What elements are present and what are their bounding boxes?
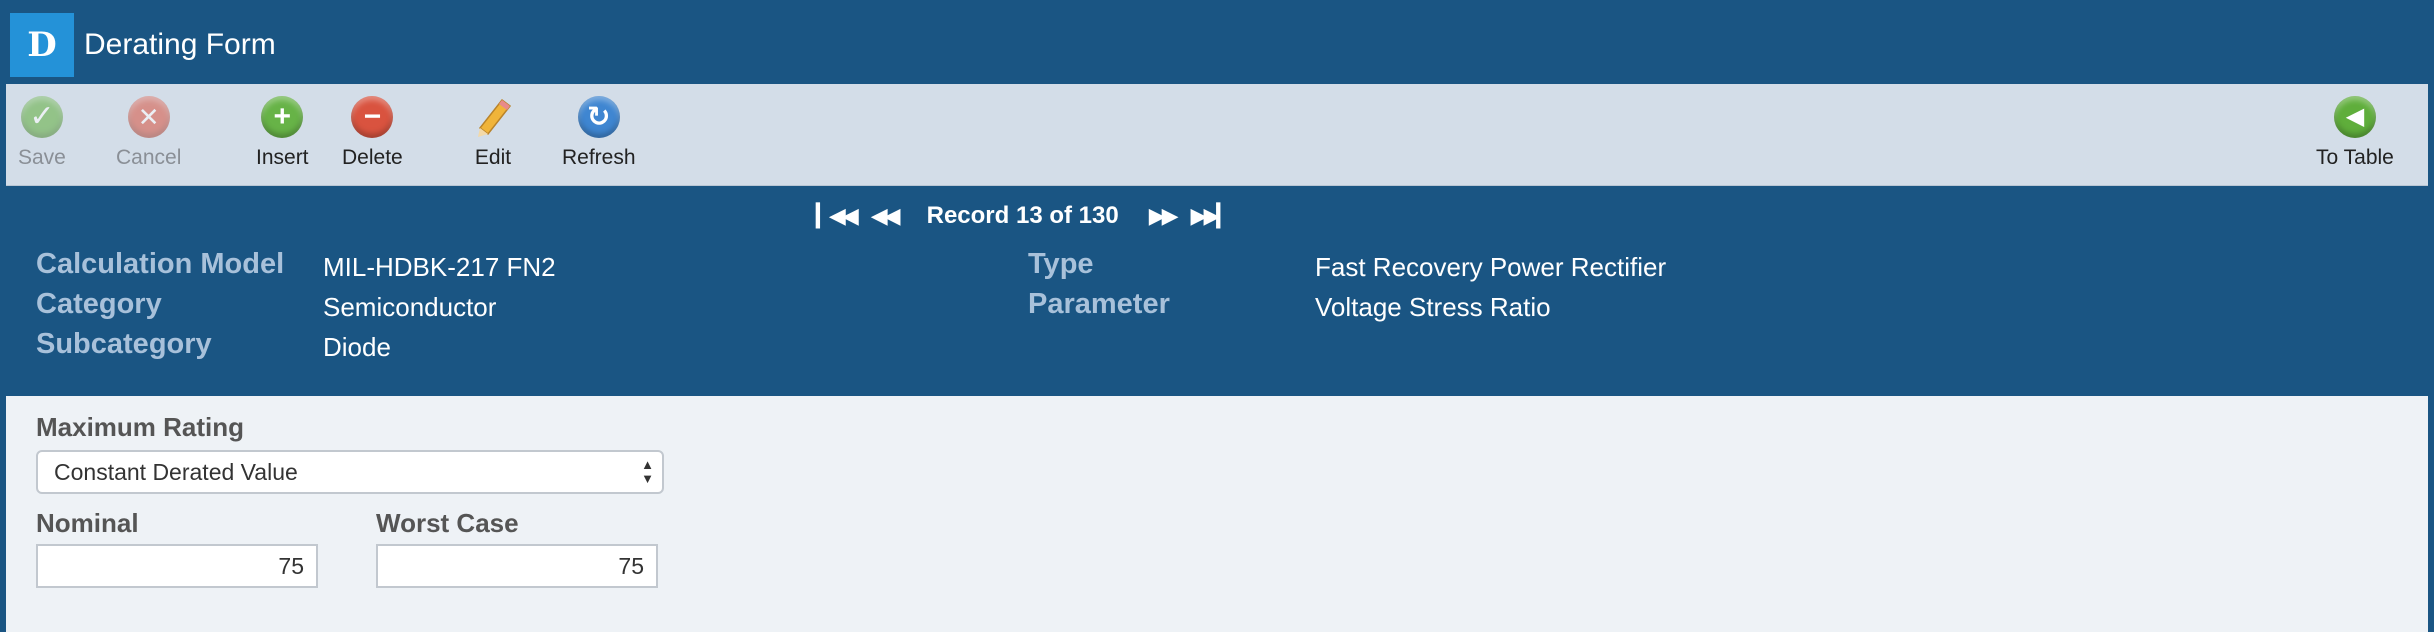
delete-button[interactable]: − Delete	[342, 96, 403, 170]
delete-label: Delete	[342, 146, 403, 169]
cancel-label: Cancel	[116, 146, 182, 169]
calc-model-label: Calculation Model	[36, 248, 285, 280]
subcategory-value: Diode	[323, 332, 391, 362]
max-rating-select[interactable]: Constant Derated Value ▲ ▼	[36, 450, 664, 494]
edit-button[interactable]: Edit	[472, 96, 514, 170]
type-value: Fast Recovery Power Rectifier	[1315, 252, 1667, 282]
pencil-icon	[472, 96, 514, 138]
to-table-button[interactable]: ◀ To Table	[2316, 96, 2394, 170]
category-value: Semiconductor	[323, 292, 497, 322]
worst-case-input[interactable]: 75	[376, 544, 658, 588]
record-navigator: ▎◀◀ ◀◀ Record 13 of 130 ▶▶ ▶▶▎	[816, 200, 1234, 232]
max-rating-label: Maximum Rating	[36, 412, 245, 442]
parameter-value: Voltage Stress Ratio	[1315, 292, 1551, 322]
max-rating-selected: Constant Derated Value	[54, 458, 298, 485]
worst-case-label: Worst Case	[376, 508, 519, 538]
select-arrows-icon: ▲ ▼	[641, 457, 654, 486]
back-arrow-icon: ◀	[2333, 96, 2376, 138]
edit-label: Edit	[474, 146, 512, 169]
parameter-label: Parameter	[1028, 288, 1170, 320]
app-title: Derating Form	[84, 28, 276, 61]
cancel-button[interactable]: ✕ Cancel	[116, 96, 181, 170]
cancel-x-icon: ✕	[127, 96, 170, 138]
title-bar: D Derating Form	[6, 6, 2428, 84]
refresh-button[interactable]: ↻ Refresh	[562, 96, 636, 170]
next-record-icon[interactable]: ▶▶	[1149, 203, 1179, 229]
check-icon: ✓	[20, 96, 63, 138]
save-button[interactable]: ✓ Save	[18, 96, 66, 170]
nominal-label: Nominal	[36, 508, 139, 538]
save-label: Save	[18, 146, 66, 169]
type-label: Type	[1028, 248, 1094, 280]
nominal-input[interactable]: 75	[36, 544, 318, 588]
insert-button[interactable]: + Insert	[256, 96, 309, 170]
previous-record-icon[interactable]: ◀◀	[871, 203, 901, 229]
to-table-label: To Table	[2316, 146, 2394, 169]
toolbar: ✓ Save ✕ Cancel + Insert − Delete Edit ↻…	[6, 84, 2428, 186]
app-logo: D	[10, 13, 74, 77]
subcategory-label: Subcategory	[36, 328, 212, 360]
plus-icon: +	[261, 96, 304, 138]
minus-icon: −	[351, 96, 394, 138]
record-header: ▎◀◀ ◀◀ Record 13 of 130 ▶▶ ▶▶▎ Calculati…	[6, 186, 2428, 396]
refresh-label: Refresh	[562, 146, 636, 169]
calc-model-value: MIL-HDBK-217 FN2	[323, 252, 556, 282]
derating-form: Maximum Rating Constant Derated Value ▲ ▼…	[6, 396, 2428, 632]
record-position: Record 13 of 130	[926, 202, 1119, 229]
last-record-icon[interactable]: ▶▶▎	[1191, 203, 1234, 229]
insert-label: Insert	[256, 146, 309, 169]
first-record-icon[interactable]: ▎◀◀	[816, 203, 859, 229]
category-label: Category	[36, 288, 162, 320]
refresh-icon: ↻	[577, 96, 620, 138]
